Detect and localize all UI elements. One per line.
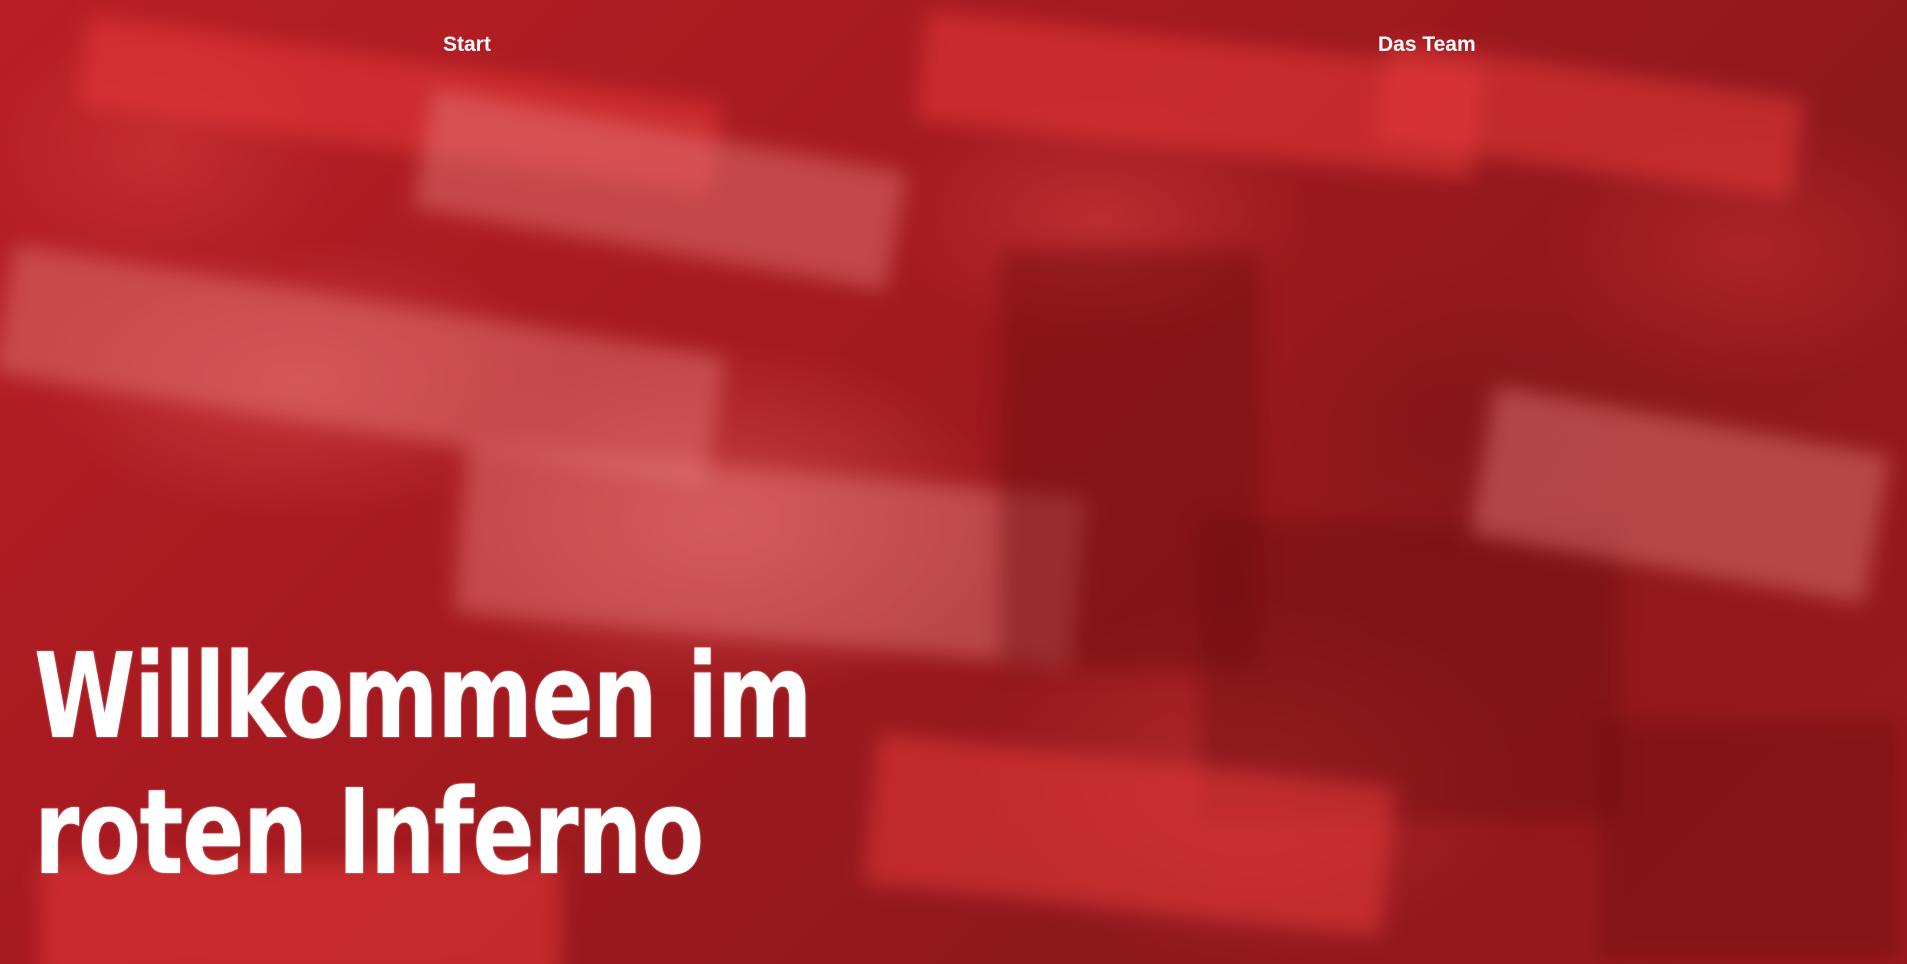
- top-navigation: Start Das Team: [0, 0, 1907, 90]
- nav-link-start[interactable]: Start: [443, 33, 491, 57]
- page: Start Das Team Willkommen im roten Infer…: [0, 0, 1907, 964]
- nav-link-das-team[interactable]: Das Team: [1378, 33, 1476, 57]
- hero-title: Willkommen im roten Inferno: [34, 627, 813, 901]
